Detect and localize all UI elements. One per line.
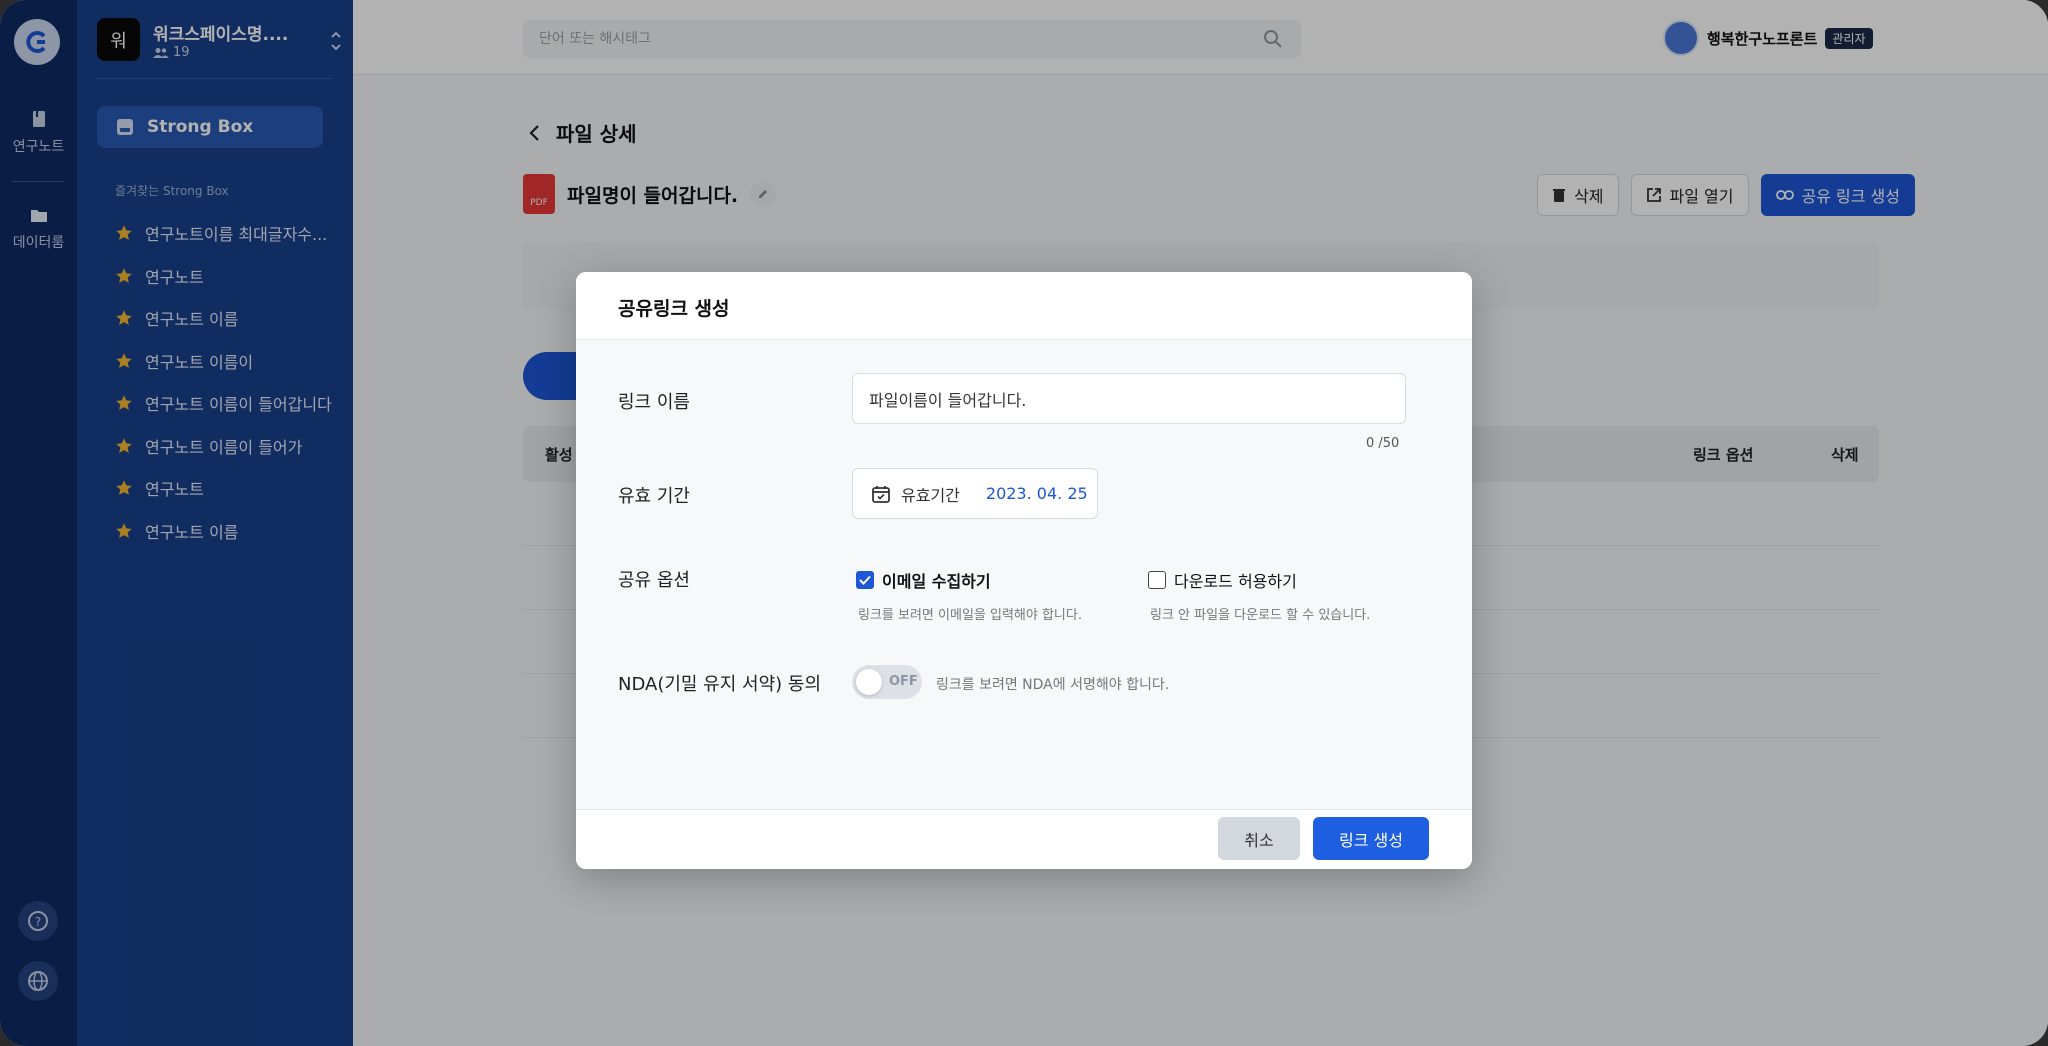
share-options-label: 공유 옵션 bbox=[618, 570, 690, 591]
email-checkbox[interactable] bbox=[856, 571, 874, 589]
share-link-dialog: 공유링크 생성 링크 이름 0 /50 유효 기간 유효기간 2023. 04.… bbox=[576, 272, 1472, 869]
download-option-help: 링크 안 파일을 다운로드 할 수 있습니다. bbox=[1150, 608, 1371, 623]
expiry-date-picker[interactable]: 유효기간 2023. 04. 25 bbox=[852, 468, 1098, 519]
checkmark-icon bbox=[859, 575, 871, 585]
dialog-title: 공유링크 생성 bbox=[576, 272, 1472, 340]
download-checkbox[interactable] bbox=[1148, 571, 1166, 589]
expiry-date-value: 2023. 04. 25 bbox=[985, 484, 1088, 503]
char-counter: 0 /50 bbox=[1366, 436, 1400, 451]
toggle-state: OFF bbox=[889, 674, 918, 689]
nda-help: 링크를 보려면 NDA에 서명해야 합니다. bbox=[936, 677, 1170, 693]
link-name-label: 링크 이름 bbox=[618, 392, 690, 413]
nda-toggle[interactable]: OFF bbox=[852, 665, 922, 699]
dialog-footer: 취소 링크 생성 bbox=[576, 809, 1472, 869]
cancel-button[interactable]: 취소 bbox=[1218, 817, 1300, 860]
expiry-label: 유효 기간 bbox=[618, 486, 690, 507]
email-option-group: 이메일 수집하기 링크를 보려면 이메일을 입력해야 합니다. bbox=[856, 568, 1082, 623]
download-option-label: 다운로드 허용하기 bbox=[1174, 572, 1297, 591]
email-option-label: 이메일 수집하기 bbox=[882, 572, 991, 591]
toggle-knob bbox=[856, 669, 882, 695]
link-name-input[interactable] bbox=[852, 373, 1406, 424]
download-option[interactable]: 다운로드 허용하기 bbox=[1148, 568, 1370, 592]
calendar-icon bbox=[872, 485, 890, 503]
email-option[interactable]: 이메일 수집하기 bbox=[856, 568, 1082, 592]
app-window: 연구노트 데이터룸 ? 워 워크스페이스명.... 19 Strong Box bbox=[0, 0, 2048, 1046]
email-option-help: 링크를 보려면 이메일을 입력해야 합니다. bbox=[858, 608, 1082, 623]
nda-label: NDA(기밀 유지 서약) 동의 bbox=[618, 674, 822, 695]
create-link-button[interactable]: 링크 생성 bbox=[1313, 817, 1429, 860]
download-option-group: 다운로드 허용하기 링크 안 파일을 다운로드 할 수 있습니다. bbox=[1148, 568, 1370, 623]
expiry-field-label: 유효기간 bbox=[901, 485, 960, 505]
